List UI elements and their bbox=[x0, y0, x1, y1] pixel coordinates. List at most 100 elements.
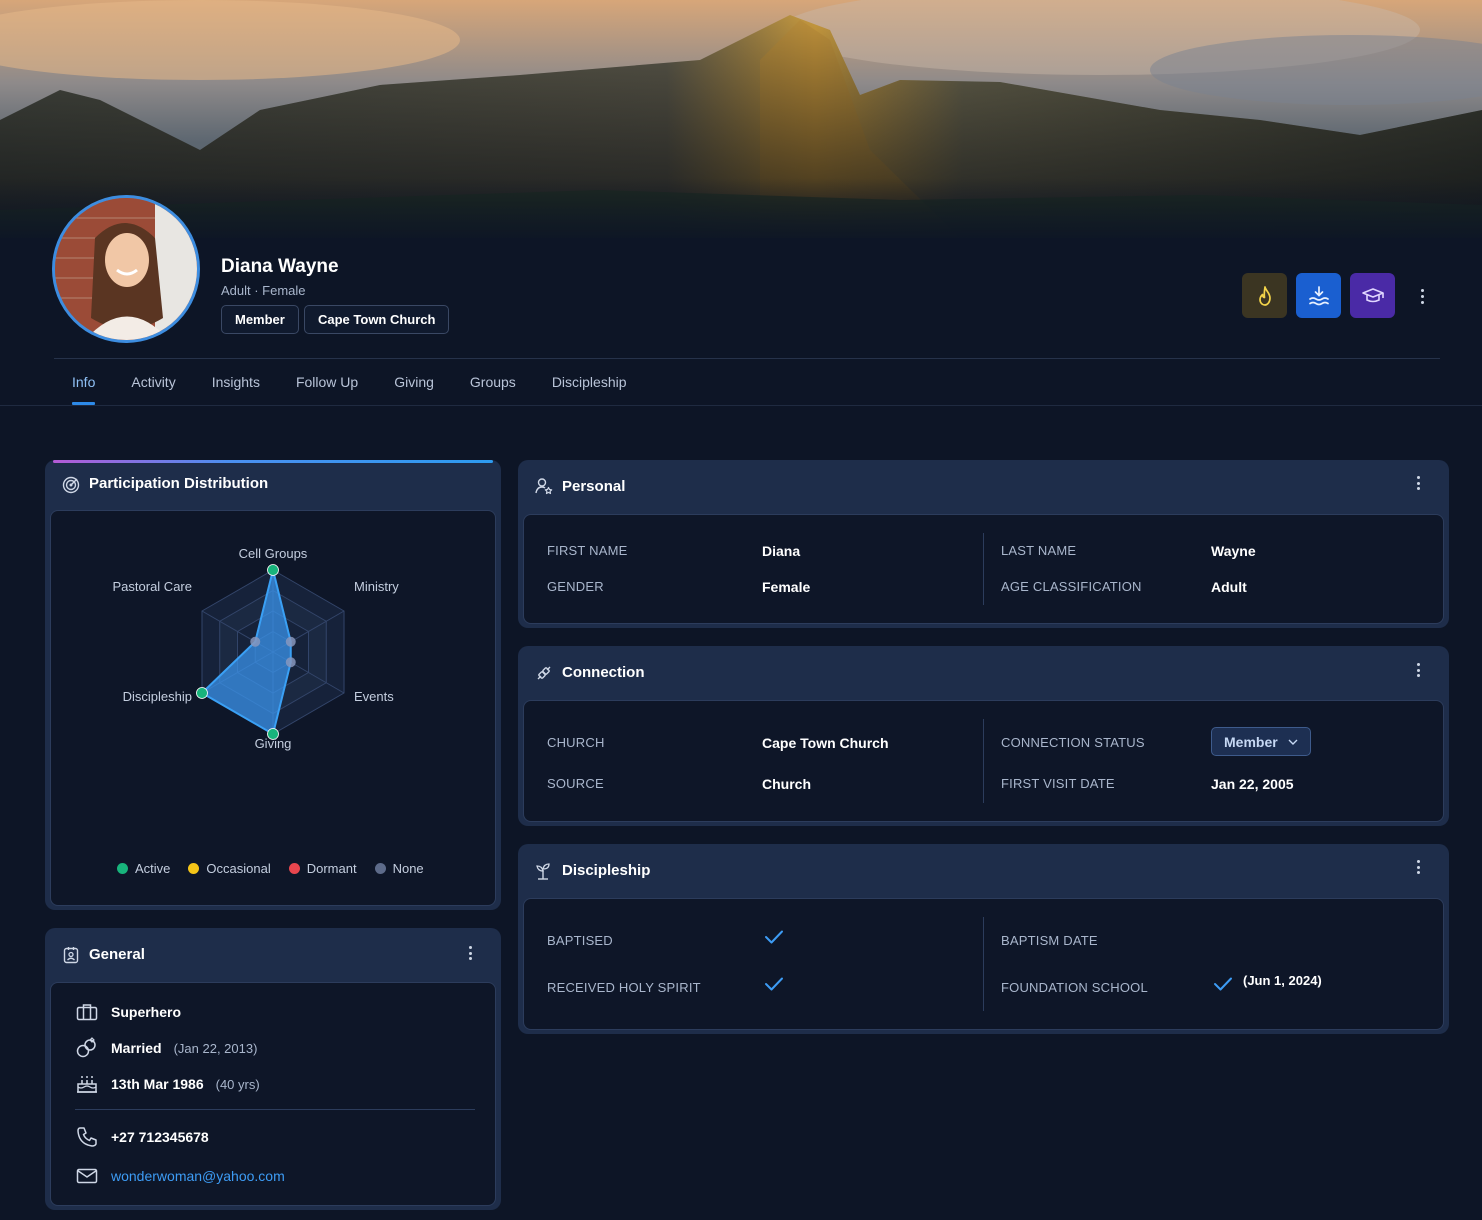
holy-spirit-label: RECEIVED HOLY SPIRIT bbox=[547, 980, 701, 995]
chart-legend: Active Occasional Dormant None bbox=[117, 861, 424, 876]
connection-content: CHURCH Cape Town Church SOURCE Church CO… bbox=[523, 700, 1444, 822]
header-divider bbox=[54, 358, 1440, 359]
radar-chart: Cell Groups Ministry Events Giving Disciples… bbox=[113, 546, 400, 751]
first-visit-label: FIRST VISIT DATE bbox=[1001, 776, 1115, 791]
connection-more-button[interactable] bbox=[1411, 661, 1425, 679]
member-chip[interactable]: Member bbox=[221, 305, 299, 334]
graduation-cap-icon bbox=[1361, 287, 1384, 302]
first-name-label: FIRST NAME bbox=[547, 543, 628, 558]
email-link[interactable]: wonderwoman@yahoo.com bbox=[111, 1168, 285, 1184]
profile-avatar[interactable] bbox=[52, 195, 200, 343]
discipleship-title: Discipleship bbox=[562, 862, 651, 879]
discipleship-content: BAPTISED RECEIVED HOLY SPIRIT BAPTISM DA… bbox=[523, 898, 1444, 1030]
connection-card: Connection CHURCH Cape Town Church SOURC… bbox=[518, 646, 1449, 826]
baptism-icon bbox=[1308, 285, 1329, 305]
legend-none: None bbox=[374, 861, 424, 876]
personal-card: Personal FIRST NAME Diana GENDER Female … bbox=[518, 460, 1449, 628]
tab-giving[interactable]: Giving bbox=[394, 374, 434, 405]
last-name-label: LAST NAME bbox=[1001, 543, 1077, 558]
radar-axis-label-events: Events bbox=[354, 689, 394, 704]
age-value: (40 yrs) bbox=[215, 1076, 260, 1092]
radar-axis-label-ministry: Ministry bbox=[354, 579, 399, 594]
baptism-button[interactable] bbox=[1296, 273, 1341, 318]
foundation-date-value: (Jun 1, 2024) bbox=[1243, 973, 1322, 988]
briefcase-icon bbox=[75, 1001, 99, 1023]
profile-name: Diana Wayne bbox=[221, 256, 339, 277]
church-label: CHURCH bbox=[547, 735, 605, 750]
fire-icon bbox=[1258, 285, 1271, 306]
radar-axis-label-pastoral-care: Pastoral Care bbox=[113, 579, 192, 594]
connection-status-value: Member bbox=[1224, 733, 1278, 750]
gender-value: Female bbox=[762, 579, 811, 595]
radar-point-pastoral-care bbox=[250, 636, 261, 647]
age-classification-label: AGE CLASSIFICATION bbox=[1001, 579, 1142, 594]
gender-label: GENDER bbox=[547, 579, 604, 594]
general-more-button[interactable] bbox=[463, 944, 477, 962]
rings-icon bbox=[75, 1037, 99, 1059]
connection-status-select[interactable]: Member bbox=[1211, 727, 1311, 756]
tab-insights[interactable]: Insights bbox=[212, 374, 260, 405]
sprout-icon bbox=[536, 863, 550, 880]
legend-occasional: Occasional bbox=[188, 861, 271, 876]
birthday-cake-icon bbox=[75, 1073, 99, 1095]
personal-more-button[interactable] bbox=[1411, 474, 1425, 492]
birthday-row: 13th Mar 1986 (40 yrs) bbox=[75, 1073, 260, 1095]
cover-banner bbox=[0, 0, 1482, 238]
discipleship-card: Discipleship BAPTISED RECEIVED HOLY SPIR… bbox=[518, 844, 1449, 1034]
radar-axis-label-giving: Giving bbox=[255, 736, 292, 751]
plug-connection-icon bbox=[537, 666, 551, 680]
occupation-row: Superhero bbox=[75, 1001, 181, 1023]
tab-info[interactable]: Info bbox=[72, 374, 96, 405]
phone-value[interactable]: +27 712345678 bbox=[111, 1129, 209, 1145]
discipleship-more-button[interactable] bbox=[1411, 858, 1425, 876]
tab-follow-up[interactable]: Follow Up bbox=[296, 374, 358, 405]
tab-discipleship[interactable]: Discipleship bbox=[552, 374, 627, 405]
personal-title: Personal bbox=[562, 478, 626, 495]
phone-row: +27 712345678 bbox=[75, 1126, 209, 1148]
general-card: General Superhero Married (Jan 22, 2013)… bbox=[45, 928, 501, 1210]
radar-axis-label-cell-groups: Cell Groups bbox=[239, 546, 308, 561]
radar-point-cell-groups bbox=[267, 564, 279, 576]
radar-point-events bbox=[285, 657, 296, 668]
general-title: General bbox=[89, 946, 145, 963]
email-row: wonderwoman@yahoo.com bbox=[75, 1165, 285, 1187]
tabs-divider bbox=[0, 405, 1482, 406]
personal-content: FIRST NAME Diana GENDER Female LAST NAME… bbox=[523, 514, 1444, 624]
church-chip[interactable]: Cape Town Church bbox=[304, 305, 450, 334]
participation-card: Participation Distribution Cell Groups Mi… bbox=[45, 460, 501, 910]
radar-point-discipleship bbox=[196, 687, 208, 699]
profile-more-button[interactable] bbox=[1412, 284, 1432, 308]
baptism-date-label: BAPTISM DATE bbox=[1001, 933, 1098, 948]
profile-subtitle: Adult · Female bbox=[221, 283, 306, 298]
phone-icon bbox=[75, 1126, 99, 1148]
marital-row: Married (Jan 22, 2013) bbox=[75, 1037, 257, 1059]
id-badge-icon bbox=[63, 947, 79, 964]
chevron-down-icon bbox=[1288, 739, 1298, 745]
fire-button[interactable] bbox=[1242, 273, 1287, 318]
foundation-school-label: FOUNDATION SCHOOL bbox=[1001, 980, 1148, 995]
occupation-value: Superhero bbox=[111, 1004, 182, 1020]
tab-groups[interactable]: Groups bbox=[470, 374, 516, 405]
connection-status-label: CONNECTION STATUS bbox=[1001, 735, 1145, 750]
foundation-school-button[interactable] bbox=[1350, 273, 1395, 318]
connection-title: Connection bbox=[562, 664, 645, 681]
legend-dormant: Dormant bbox=[288, 861, 357, 876]
participation-chart-area: Cell Groups Ministry Events Giving Disciples… bbox=[50, 510, 496, 906]
foundation-check-icon bbox=[1214, 977, 1232, 991]
last-name-value: Wayne bbox=[1211, 543, 1256, 559]
church-value: Cape Town Church bbox=[762, 735, 889, 751]
baptised-check-icon bbox=[765, 930, 783, 944]
general-divider bbox=[75, 1109, 475, 1110]
first-name-value: Diana bbox=[762, 543, 801, 559]
radar-target-icon bbox=[62, 476, 80, 494]
general-content: Superhero Married (Jan 22, 2013) 13th Ma… bbox=[50, 982, 496, 1206]
participation-title: Participation Distribution bbox=[89, 475, 269, 492]
marital-date-value: (Jan 22, 2013) bbox=[173, 1040, 258, 1056]
radar-point-ministry bbox=[285, 636, 296, 647]
first-visit-value: Jan 22, 2005 bbox=[1211, 776, 1294, 792]
holy-spirit-check-icon bbox=[765, 977, 783, 991]
marital-status-value: Married bbox=[111, 1040, 162, 1056]
birthday-value: 13th Mar 1986 bbox=[111, 1076, 204, 1092]
tab-activity[interactable]: Activity bbox=[131, 374, 175, 405]
source-label: SOURCE bbox=[547, 776, 604, 791]
